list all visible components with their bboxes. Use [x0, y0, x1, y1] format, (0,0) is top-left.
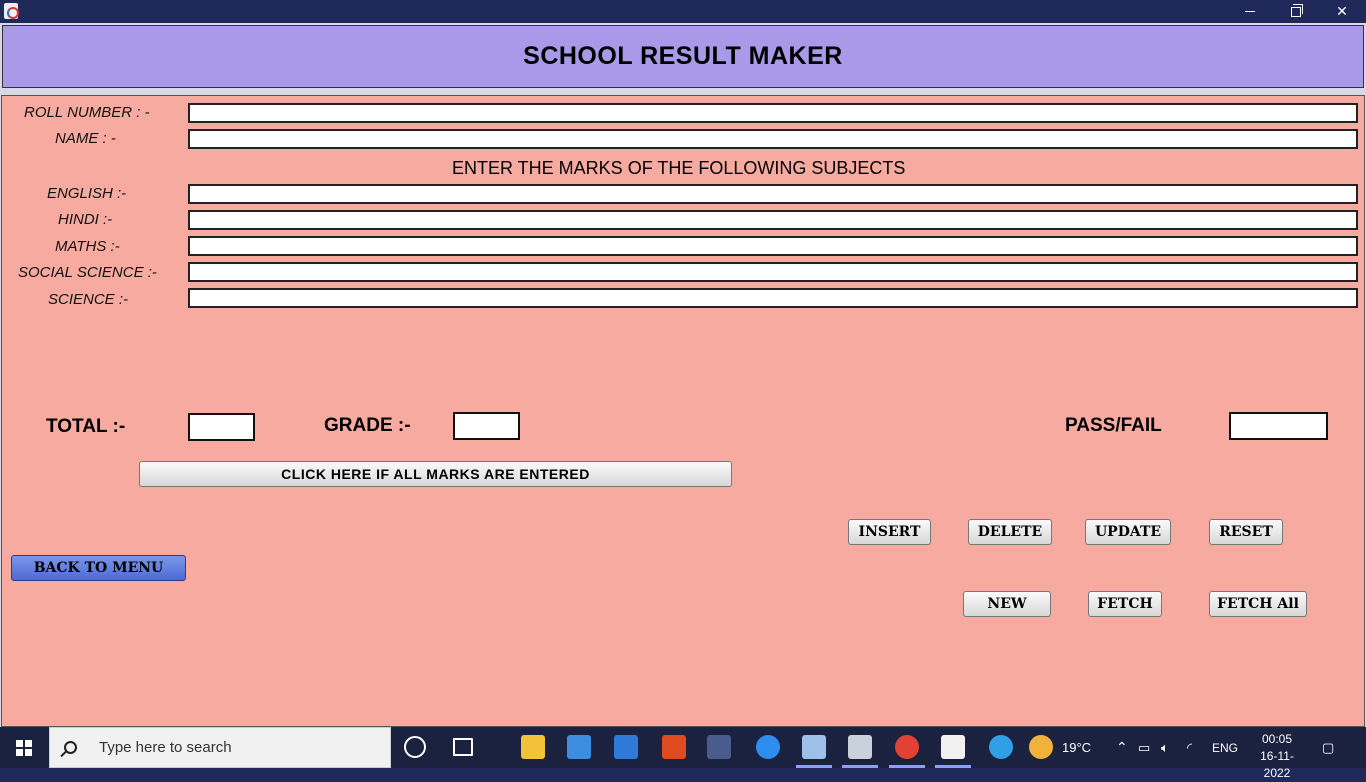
java-app-icon [4, 3, 19, 19]
clock[interactable]: 00:05 16-11-2022 [1248, 731, 1306, 782]
chevron-up-icon[interactable]: ⌃ [1116, 727, 1128, 768]
microsoft-store-icon[interactable] [567, 735, 591, 759]
english-label: ENGLISH :- [47, 185, 127, 202]
close-button[interactable]: ✕ [1319, 0, 1365, 23]
restore-button[interactable] [1273, 0, 1319, 23]
minimize-icon [1245, 11, 1255, 12]
total-field[interactable] [188, 413, 255, 441]
clock-time: 00:05 [1261, 732, 1293, 746]
roll-number-label: ROLL NUMBER : - [24, 104, 150, 121]
firefox-icon[interactable] [756, 735, 780, 759]
pass-fail-label: PASS/FAIL [1065, 415, 1162, 436]
java-icon[interactable] [941, 735, 965, 759]
science-label: SCIENCE :- [48, 291, 129, 308]
file-explorer-icon[interactable] [521, 735, 545, 759]
taskbar: Type here to search 19°C ⌃ ▭ 🔈︎ ◜ ENG 00… [0, 727, 1366, 780]
task-view-icon[interactable] [453, 738, 473, 756]
social-science-field[interactable] [188, 262, 1358, 282]
pass-fail-field[interactable] [1229, 412, 1328, 440]
social-science-label: SOCIAL SCIENCE :- [18, 264, 157, 281]
app-frame: SCHOOL RESULT MAKER ROLL NUMBER : - NAME… [0, 23, 1366, 727]
windows-icon [16, 739, 32, 756]
maths-label: MATHS :- [55, 238, 120, 255]
language-indicator[interactable]: ENG [1212, 727, 1238, 768]
office-icon[interactable] [662, 735, 686, 759]
science-field[interactable] [188, 288, 1358, 308]
header-banner: SCHOOL RESULT MAKER [2, 25, 1364, 88]
form-panel: ROLL NUMBER : - NAME : - ENTER THE MARKS… [1, 95, 1365, 727]
new-button[interactable]: NEW [963, 591, 1051, 617]
maths-field[interactable] [188, 236, 1358, 256]
cortana-icon[interactable] [404, 736, 426, 758]
monitor-icon[interactable] [848, 735, 872, 759]
back-to-menu-button[interactable]: BACK TO MENU [11, 555, 186, 581]
total-label: TOTAL :- [46, 416, 126, 437]
clock-date: 16-11-2022 [1260, 749, 1294, 780]
battery-icon[interactable]: ▭ [1138, 727, 1150, 768]
search-placeholder: Type here to search [99, 739, 232, 756]
english-field[interactable] [188, 184, 1358, 204]
volume-icon[interactable]: 🔈︎ [1161, 727, 1169, 768]
roll-number-field[interactable] [188, 103, 1358, 123]
compute-result-button[interactable]: CLICK HERE IF ALL MARKS ARE ENTERED [139, 461, 732, 487]
grade-field[interactable] [453, 412, 520, 440]
delete-button[interactable]: DELETE [968, 519, 1052, 545]
marks-heading: ENTER THE MARKS OF THE FOLLOWING SUBJECT… [452, 158, 906, 178]
weather-temp[interactable]: 19°C [1062, 727, 1091, 768]
fetch-button[interactable]: FETCH [1088, 591, 1162, 617]
start-button[interactable] [0, 727, 48, 768]
taskbar-search-box[interactable]: Type here to search [49, 727, 391, 768]
search-icon [64, 741, 77, 754]
notification-icon[interactable]: ▢ [1322, 727, 1334, 768]
grade-label: GRADE :- [324, 415, 411, 436]
chrome-icon[interactable] [895, 735, 919, 759]
fetch-all-button[interactable]: FETCH All [1209, 591, 1307, 617]
mail-icon[interactable] [614, 735, 638, 759]
wifi-icon[interactable]: ◜ [1187, 727, 1192, 768]
help-icon[interactable] [989, 735, 1013, 759]
update-button[interactable]: UPDATE [1085, 519, 1171, 545]
sql-icon[interactable] [707, 735, 731, 759]
minimize-button[interactable] [1227, 0, 1273, 23]
page-title: SCHOOL RESULT MAKER [523, 42, 843, 70]
box-icon[interactable] [802, 735, 826, 759]
close-icon: ✕ [1336, 3, 1348, 19]
name-field[interactable] [188, 129, 1358, 149]
name-label: NAME : - [55, 130, 116, 147]
insert-button[interactable]: INSERT [848, 519, 931, 545]
weather-icon[interactable] [1029, 735, 1053, 759]
window-titlebar: ✕ [0, 0, 1366, 23]
hindi-label: HINDI :- [58, 211, 113, 228]
restore-icon [1291, 3, 1303, 17]
reset-button[interactable]: RESET [1209, 519, 1283, 545]
hindi-field[interactable] [188, 210, 1358, 230]
